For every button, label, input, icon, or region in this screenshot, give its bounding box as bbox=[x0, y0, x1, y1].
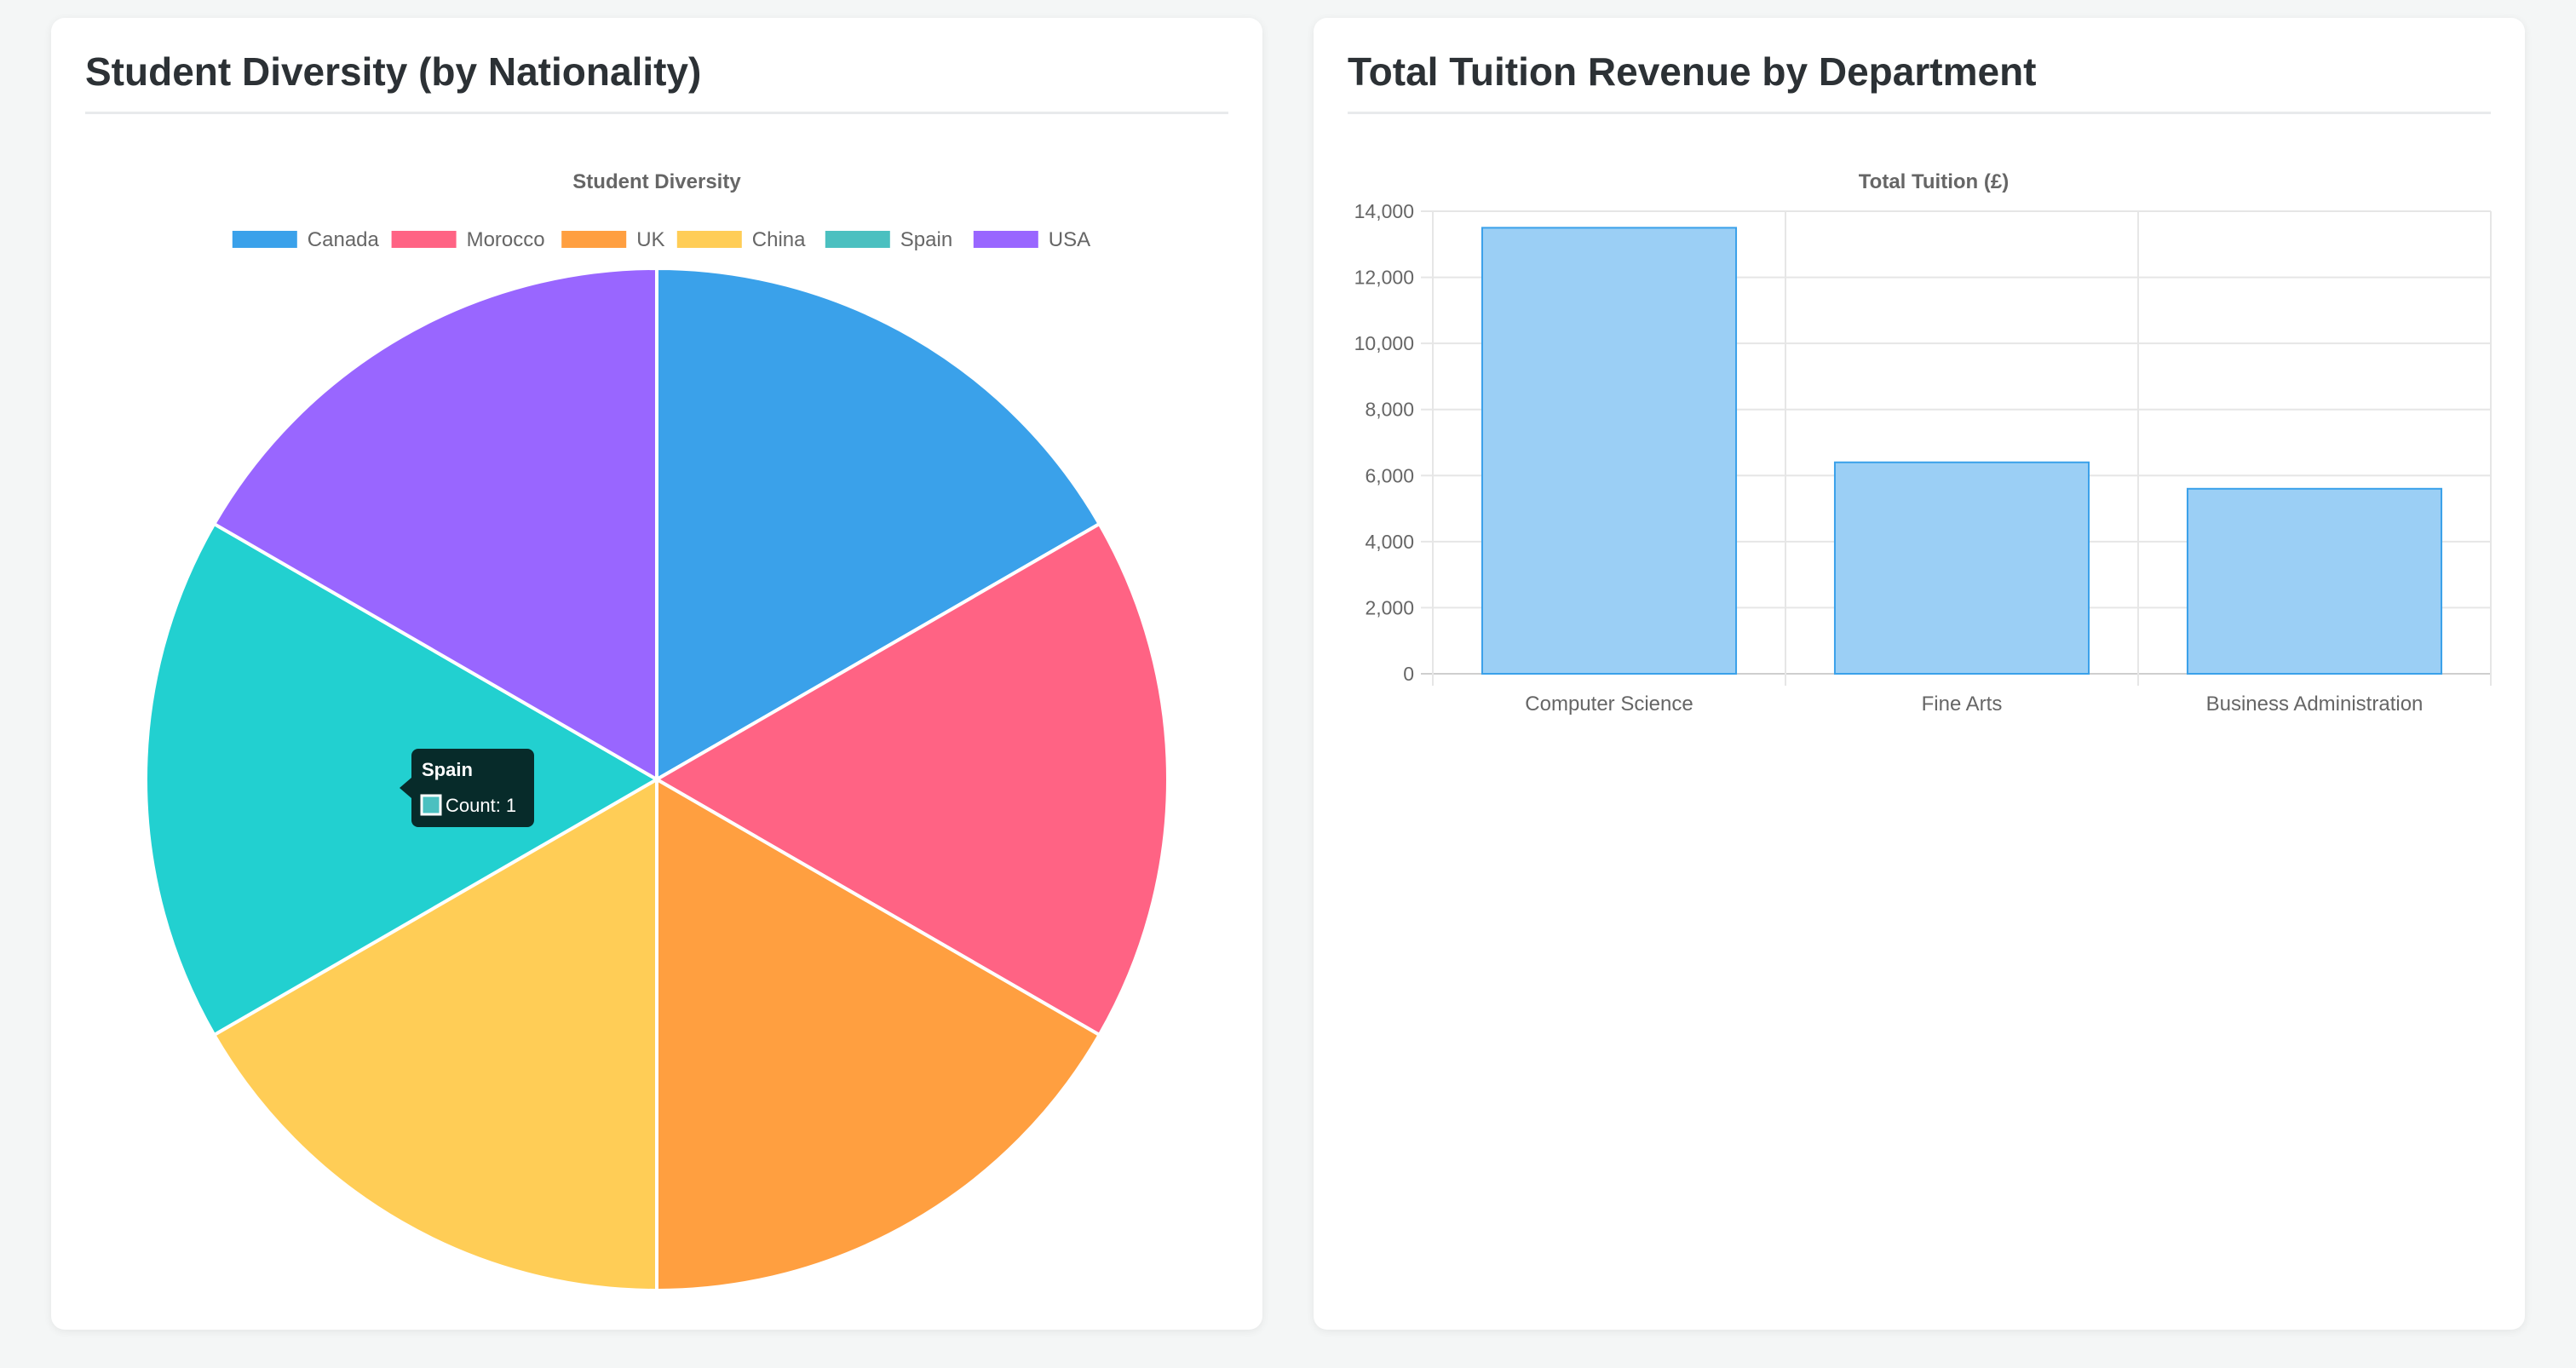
legend-item-uk[interactable]: UK bbox=[561, 228, 665, 251]
y-tick-label: 14,000 bbox=[1354, 200, 1414, 222]
legend-item-canada[interactable]: Canada bbox=[232, 228, 380, 251]
y-tick-label: 12,000 bbox=[1354, 267, 1414, 289]
legend-label: UK bbox=[636, 228, 664, 251]
pie-tooltip: Spain Count: 1 bbox=[400, 749, 534, 827]
y-tick-label: 0 bbox=[1403, 663, 1414, 685]
x-tick-label: Fine Arts bbox=[1922, 693, 2003, 716]
x-tick-label: Computer Science bbox=[1525, 693, 1693, 716]
legend-swatch bbox=[391, 231, 457, 248]
legend-label: Canada bbox=[308, 228, 380, 251]
tooltip-title: Spain bbox=[422, 759, 473, 780]
pie-chart-title: Student Diversity bbox=[572, 170, 741, 193]
pie-legend: Canada Morocco UK China Spain USA bbox=[232, 228, 1090, 251]
tooltip-swatch bbox=[420, 794, 442, 816]
y-tick-label: 4,000 bbox=[1365, 531, 1414, 553]
legend-swatch bbox=[232, 231, 297, 248]
bar-computer-science[interactable] bbox=[1481, 227, 1738, 675]
tuition-bar-chart[interactable]: Total Tuition (£) 0 2,000 4,000 6,000 8,000 1… bbox=[1314, 18, 2525, 1330]
bar-bars bbox=[1481, 227, 2443, 675]
tooltip-label: Count: 1 bbox=[446, 795, 516, 816]
y-tick-label: 2,000 bbox=[1365, 596, 1414, 618]
legend-swatch bbox=[825, 231, 890, 248]
diversity-pie-chart[interactable]: Student Diversity Canada Morocco UK China Sp… bbox=[51, 18, 1262, 1330]
legend-item-morocco[interactable]: Morocco bbox=[391, 228, 545, 251]
legend-label: Spain bbox=[900, 228, 952, 251]
bar-fine-arts[interactable] bbox=[1833, 461, 2090, 675]
legend-swatch bbox=[561, 231, 627, 248]
tuition-card: Total Tuition Revenue by Department Tota… bbox=[1314, 18, 2525, 1330]
x-tick-label: Business Administration bbox=[2206, 693, 2424, 716]
bar-chart-title: Total Tuition (£) bbox=[1859, 170, 2009, 193]
legend-label: USA bbox=[1049, 228, 1090, 251]
pie-slices bbox=[144, 266, 1170, 1293]
legend-swatch bbox=[676, 231, 742, 248]
legend-label: China bbox=[752, 228, 806, 251]
diversity-card: Student Diversity (by Nationality) Stude… bbox=[51, 18, 1262, 1330]
legend-item-china[interactable]: China bbox=[676, 228, 806, 251]
bar-business-administration[interactable] bbox=[2186, 487, 2443, 675]
y-tick-label: 8,000 bbox=[1365, 399, 1414, 421]
legend-swatch bbox=[973, 231, 1038, 248]
y-tick-label: 10,000 bbox=[1354, 332, 1414, 354]
legend-item-usa[interactable]: USA bbox=[973, 228, 1090, 251]
legend-label: Morocco bbox=[467, 228, 545, 251]
legend-item-spain[interactable]: Spain bbox=[825, 228, 952, 251]
y-tick-label: 6,000 bbox=[1365, 464, 1414, 486]
